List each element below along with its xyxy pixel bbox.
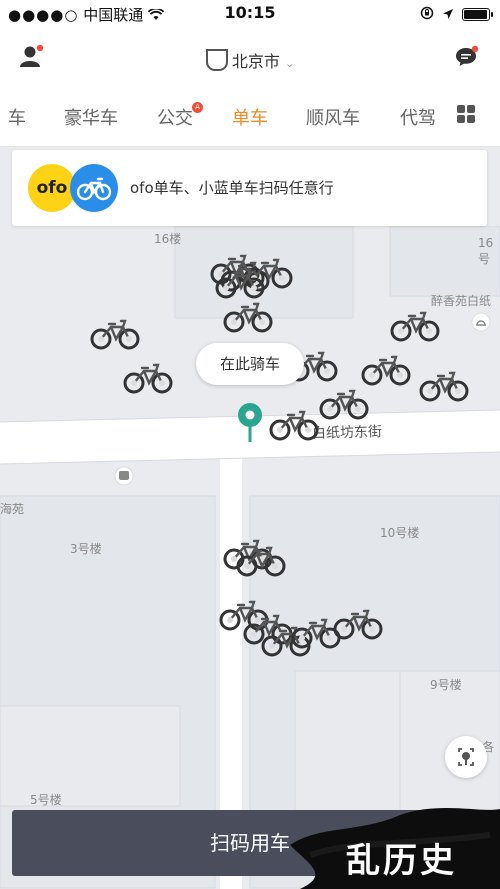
banner-text: ofo单车、小蓝单车扫码任意行 bbox=[130, 179, 334, 197]
chevron-down-icon: ⌄ bbox=[284, 57, 295, 70]
map-label-building-10: 10号楼 bbox=[380, 526, 420, 540]
map[interactable]: 16楼 16号 醉香苑白纸 海苑 3号楼 10号楼 9号楼 5号楼 A各中 白纸… bbox=[0, 226, 500, 889]
promo-banner[interactable]: ofo ofo单车、小蓝单车扫码任意行 bbox=[12, 150, 487, 226]
locate-icon bbox=[458, 748, 474, 766]
bus-badge-icon: A bbox=[192, 102, 203, 113]
map-label-zuixiangyuan: 醉香苑白纸 bbox=[431, 294, 492, 308]
locate-me-button[interactable] bbox=[445, 736, 487, 778]
status-right bbox=[420, 5, 493, 24]
bluegogo-logo-icon bbox=[70, 164, 118, 212]
message-icon[interactable] bbox=[454, 45, 479, 69]
tab-bus[interactable]: 公交 bbox=[157, 104, 193, 130]
location-arrow-icon bbox=[442, 5, 454, 24]
status-bar: ●●●●○ 中国联通 10:15 bbox=[0, 0, 500, 28]
service-tabs: 车 豪华车 公交 A 单车 顺风车 代驾 bbox=[0, 88, 500, 147]
tab-partial[interactable]: 车 bbox=[8, 104, 26, 130]
map-label-building-9: 9号楼 bbox=[430, 678, 462, 692]
more-services-icon[interactable] bbox=[457, 105, 475, 123]
map-label-building-3: 3号楼 bbox=[70, 542, 102, 556]
tab-carpool[interactable]: 顺风车 bbox=[306, 104, 360, 130]
tab-bike[interactable]: 单车 bbox=[232, 104, 268, 130]
map-label-building-5: 5号楼 bbox=[30, 793, 62, 807]
map-label-16-partial: 16号 bbox=[478, 236, 494, 266]
map-label-haiyuan: 海苑 bbox=[0, 502, 25, 516]
city-selector[interactable]: 北京市 ⌄ bbox=[0, 48, 500, 72]
map-background bbox=[0, 226, 500, 889]
didi-logo-icon bbox=[205, 49, 228, 71]
ride-here-bubble: 在此骑车 bbox=[196, 343, 304, 385]
tab-designated-driver[interactable]: 代驾 bbox=[400, 104, 436, 130]
top-header: 北京市 ⌄ bbox=[0, 28, 500, 88]
rotation-lock-icon bbox=[420, 5, 434, 24]
location-pin-icon bbox=[234, 402, 266, 444]
city-name: 北京市 bbox=[231, 52, 280, 71]
battery-icon bbox=[462, 8, 493, 21]
watermark-text: 乱历史 bbox=[346, 841, 457, 881]
road-label: 白纸坊东街 bbox=[311, 424, 383, 442]
tab-luxury[interactable]: 豪华车 bbox=[64, 104, 118, 130]
ofo-logo: ofo bbox=[28, 164, 76, 212]
map-label-16: 16楼 bbox=[154, 232, 182, 246]
